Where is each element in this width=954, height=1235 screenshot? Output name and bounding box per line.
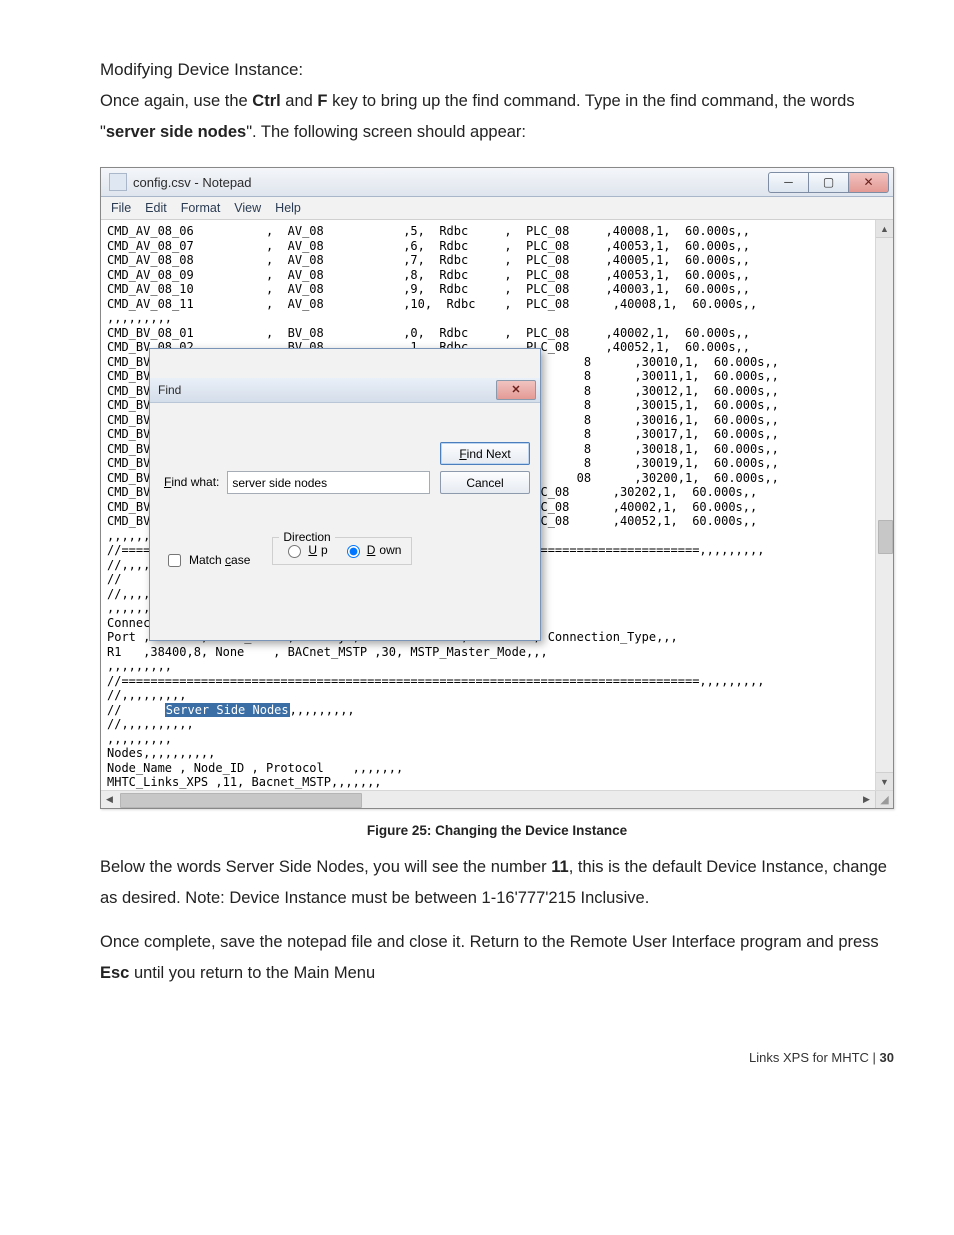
- ssn-text: server side nodes: [106, 123, 246, 141]
- find-next-button[interactable]: Find Next: [440, 442, 530, 465]
- close-button[interactable]: ✕: [848, 172, 889, 193]
- vertical-scrollbar[interactable]: ▲ ▼: [875, 220, 893, 790]
- page-footer: Links XPS for MHTC | 30: [100, 996, 894, 1065]
- t: and: [281, 92, 318, 110]
- t: Once complete, save the notepad file and…: [100, 933, 879, 951]
- titlebar: config.csv - Notepad ─ ▢ ✕: [101, 168, 893, 197]
- scroll-up-icon[interactable]: ▲: [876, 220, 893, 238]
- menu-help[interactable]: Help: [275, 201, 301, 215]
- match-case-checkbox[interactable]: [168, 554, 181, 567]
- find-titlebar: Find ✕: [150, 378, 540, 403]
- notepad-window: config.csv - Notepad ─ ▢ ✕ File Edit For…: [100, 167, 894, 809]
- find-dialog: Find ✕ Find what:: [149, 348, 541, 641]
- t: Once again, use the: [100, 92, 252, 110]
- horizontal-scrollbar[interactable]: ◀ ▶ ◢: [101, 790, 893, 808]
- menu-file[interactable]: File: [111, 201, 131, 215]
- t: ". The following screen should appear:: [246, 123, 526, 141]
- direction-legend: Direction: [279, 530, 334, 545]
- vscroll-thumb[interactable]: [878, 520, 893, 554]
- notepad-icon: [109, 173, 127, 191]
- scroll-right-icon[interactable]: ▶: [858, 791, 875, 808]
- t: Below the words Server Side Nodes, you w…: [100, 858, 551, 876]
- highlighted-text: Server Side Nodes: [165, 703, 290, 717]
- default-instance: 11: [551, 858, 568, 876]
- direction-group: Direction Up Down: [272, 537, 412, 565]
- hscroll-thumb[interactable]: [120, 793, 362, 808]
- scroll-left-icon[interactable]: ◀: [101, 791, 118, 808]
- menu-format[interactable]: Format: [181, 201, 221, 215]
- ctrl-key: Ctrl: [252, 92, 280, 110]
- figure-caption: Figure 25: Changing the Device Instance: [100, 823, 894, 838]
- find-close-button[interactable]: ✕: [496, 380, 536, 400]
- direction-down[interactable]: Down: [342, 542, 402, 558]
- find-what-input[interactable]: [227, 471, 430, 494]
- editor-area[interactable]: CMD_AV_08_06 , AV_08 ,5, Rdbc , PLC_08 ,…: [101, 220, 875, 790]
- find-what-label: Find what:: [164, 475, 219, 490]
- intro-para-2: Below the words Server Side Nodes, you w…: [100, 852, 894, 913]
- maximize-button[interactable]: ▢: [808, 172, 849, 193]
- intro-para-1: Once again, use the Ctrl and F key to br…: [100, 86, 894, 147]
- minimize-button[interactable]: ─: [768, 172, 809, 193]
- esc-key: Esc: [100, 964, 129, 982]
- cancel-button[interactable]: Cancel: [440, 471, 530, 494]
- menu-view[interactable]: View: [234, 201, 261, 215]
- menu-edit[interactable]: Edit: [145, 201, 167, 215]
- intro-para-3: Once complete, save the notepad file and…: [100, 927, 894, 988]
- window-title: config.csv - Notepad: [133, 175, 252, 190]
- find-title: Find: [158, 383, 181, 398]
- heading: Modifying Device Instance:: [100, 60, 894, 80]
- scroll-down-icon[interactable]: ▼: [876, 772, 893, 790]
- resize-grip-icon[interactable]: ◢: [875, 791, 893, 808]
- t: until you return to the Main Menu: [129, 964, 375, 982]
- match-case-label: Match case: [189, 553, 250, 568]
- menubar: File Edit Format View Help: [101, 197, 893, 220]
- page-number: 30: [880, 1050, 894, 1065]
- f-key: F: [317, 92, 327, 110]
- footer-text: Links XPS for MHTC |: [749, 1050, 880, 1065]
